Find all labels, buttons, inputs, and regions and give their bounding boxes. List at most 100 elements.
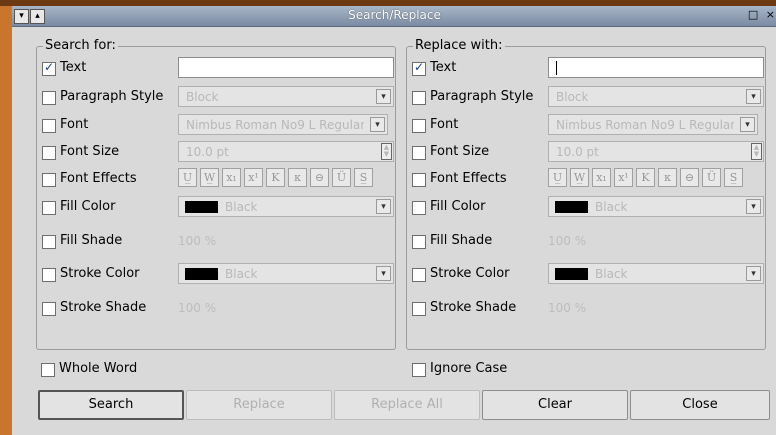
underline-words-icon[interactable]: W̲ [570,168,589,187]
ignore-case-option: Ignore Case [412,358,612,380]
replace-button[interactable]: Replace [186,390,332,420]
search-button[interactable]: Search [38,390,184,420]
search-fill-color-select[interactable]: Black ▾ [178,196,394,217]
background-desktop-strip [0,0,11,435]
chevron-down-icon: ▾ [376,266,391,281]
replace-paragraph-style-label: Paragraph Style [430,89,534,104]
window-control-icons[interactable]: □ × [748,8,776,21]
search-font-size-checkbox[interactable] [42,146,56,160]
replace-fill-shade-checkbox[interactable] [412,235,426,249]
search-stroke-shade-checkbox[interactable] [42,302,56,316]
search-replace-dialog: ▾ ▴ Search/Replace □ × Search for: Text … [11,6,776,435]
replace-font-row: Font Nimbus Roman No9 L Regular ▾ [412,114,762,136]
replace-font-size-label: Font Size [430,144,490,159]
replace-text-input[interactable] [548,57,764,78]
replace-stroke-shade-value: 100 % [548,301,587,315]
small-caps-icon[interactable]: ᴋ [288,168,307,187]
replace-font-select[interactable]: Nimbus Roman No9 L Regular ▾ [548,114,758,135]
superscript-icon[interactable]: x¹ [614,168,633,187]
search-fill-shade-label: Fill Shade [60,233,123,248]
color-swatch [185,268,218,280]
replace-font-size-checkbox[interactable] [412,146,426,160]
search-paragraph-style-checkbox[interactable] [42,91,56,105]
outline-icon[interactable]: Ü [332,168,351,187]
replace-fill-shade-row: Fill Shade 100 % [412,230,762,252]
spin-arrows-icon[interactable]: ▲ ▼ [751,143,762,160]
search-font-size-label: Font Size [60,144,120,159]
search-stroke-color-checkbox[interactable] [42,268,56,282]
replace-paragraph-style-value: Block [556,90,589,104]
replace-font-size-value: 10.0 pt [556,145,599,159]
replace-font-effects-label: Font Effects [430,171,507,186]
close-button[interactable]: Close [630,390,770,420]
chevron-down-icon: ▾ [746,89,761,104]
replace-stroke-shade-row: Stroke Shade 100 % [412,297,762,319]
small-caps-icon[interactable]: ᴋ [658,168,677,187]
whole-word-checkbox[interactable] [41,363,55,377]
search-fill-shade-row: Fill Shade 100 % [42,230,392,252]
replace-font-size-spinbox[interactable]: 10.0 pt ▲ ▼ [548,141,764,162]
replace-text-label: Text [430,60,457,75]
replace-fill-shade-label: Fill Shade [430,233,493,248]
search-font-effects-toolbar: U̲ W̲ x₁ x¹ K ᴋ ⊖ Ü S̲ [178,168,373,189]
strikethrough-icon[interactable]: ⊖ [680,168,699,187]
replace-fill-color-label: Fill Color [430,199,486,214]
replace-stroke-color-label: Stroke Color [430,266,510,281]
outline-icon[interactable]: Ü [702,168,721,187]
underline-icon[interactable]: U̲ [548,168,567,187]
all-caps-icon[interactable]: K [266,168,285,187]
replace-stroke-color-select[interactable]: Black ▾ [548,263,764,284]
replace-font-effects-row: Font Effects U̲ W̲ x₁ x¹ K ᴋ ⊖ Ü S̲ [412,168,762,190]
shadow-icon[interactable]: S̲ [354,168,373,187]
search-fill-color-checkbox[interactable] [42,201,56,215]
subscript-icon[interactable]: x₁ [592,168,611,187]
replace-font-effects-toolbar: U̲ W̲ x₁ x¹ K ᴋ ⊖ Ü S̲ [548,168,743,189]
replace-stroke-color-value: Black [595,267,628,281]
search-stroke-shade-label: Stroke Shade [60,300,147,315]
superscript-icon[interactable]: x¹ [244,168,263,187]
search-font-size-spinbox[interactable]: 10.0 pt ▲ ▼ [178,141,394,162]
search-text-label: Text [60,60,87,75]
search-font-select[interactable]: Nimbus Roman No9 L Regular ▾ [178,114,388,135]
underline-words-icon[interactable]: W̲ [200,168,219,187]
search-paragraph-style-value: Block [186,90,219,104]
search-paragraph-style-row: Paragraph Style Block ▾ [42,86,394,108]
text-cursor [556,61,557,75]
chevron-down-icon: ▾ [746,266,761,281]
replace-stroke-shade-checkbox[interactable] [412,302,426,316]
replace-font-value: Nimbus Roman No9 L Regular [556,118,734,132]
title-bar[interactable]: ▾ ▴ Search/Replace □ × [12,6,776,27]
shadow-icon[interactable]: S̲ [724,168,743,187]
search-text-input[interactable] [178,57,394,78]
replace-font-effects-checkbox[interactable] [412,173,426,187]
replace-paragraph-style-select[interactable]: Block ▾ [548,86,764,107]
subscript-icon[interactable]: x₁ [222,168,241,187]
replace-fill-color-row: Fill Color Black ▾ [412,196,764,218]
replace-fill-color-checkbox[interactable] [412,201,426,215]
spin-arrows-icon[interactable]: ▲ ▼ [381,143,392,160]
search-paragraph-style-select[interactable]: Block ▾ [178,86,394,107]
search-font-row: Font Nimbus Roman No9 L Regular ▾ [42,114,392,136]
replace-font-checkbox[interactable] [412,119,426,133]
search-fill-color-value: Black [225,200,258,214]
underline-icon[interactable]: U̲ [178,168,197,187]
search-fill-shade-checkbox[interactable] [42,235,56,249]
search-stroke-shade-row: Stroke Shade 100 % [42,297,392,319]
search-stroke-color-select[interactable]: Black ▾ [178,263,394,284]
search-font-checkbox[interactable] [42,119,56,133]
search-font-value: Nimbus Roman No9 L Regular [186,118,364,132]
window-title: Search/Replace [348,8,441,22]
replace-all-button[interactable]: Replace All [334,390,480,420]
replace-paragraph-style-checkbox[interactable] [412,91,426,105]
clear-button[interactable]: Clear [482,390,628,420]
all-caps-icon[interactable]: K [636,168,655,187]
replace-text-row: Text [412,57,764,79]
search-font-effects-checkbox[interactable] [42,173,56,187]
replace-fill-color-select[interactable]: Black ▾ [548,196,764,217]
search-stroke-shade-value: 100 % [178,301,217,315]
replace-text-checkbox[interactable] [412,60,426,76]
strikethrough-icon[interactable]: ⊖ [310,168,329,187]
search-text-checkbox[interactable] [42,60,56,76]
ignore-case-checkbox[interactable] [412,363,426,377]
replace-stroke-color-checkbox[interactable] [412,268,426,282]
